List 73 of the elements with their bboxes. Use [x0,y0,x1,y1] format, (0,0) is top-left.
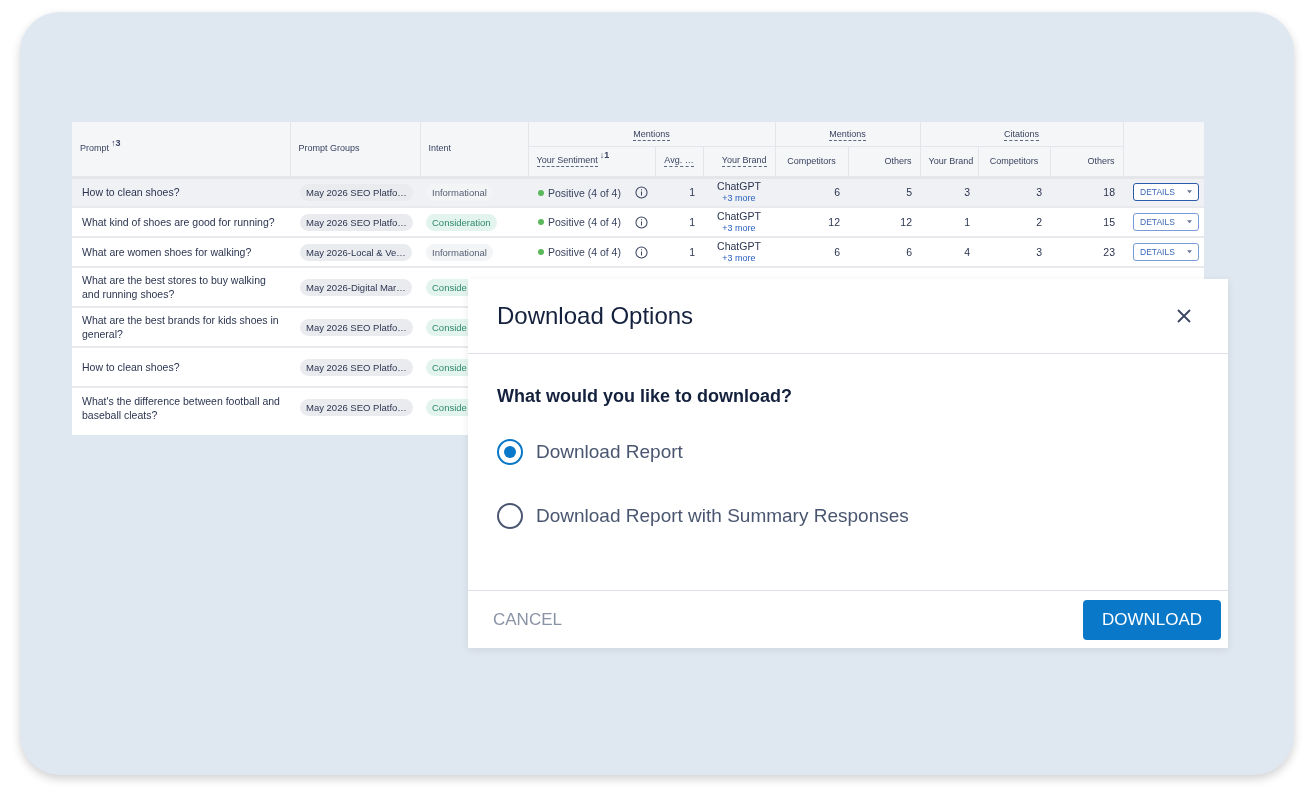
close-icon [1176,308,1192,324]
table-cell: 12 [828,216,840,228]
info-icon[interactable] [634,186,648,199]
sentiment-text: Positive (4 of 4) [548,216,621,229]
table-cell: 15 [1103,216,1116,228]
prompt-group-tag: May 2026-Digital Mar… [300,278,412,296]
prompt-text: What are the best brands for kids shoes in general? [82,313,280,341]
info-icon[interactable] [634,245,648,259]
table-cell: 18 [1103,186,1116,199]
column-header[interactable]: Others [1087,156,1115,166]
radio-button[interactable] [497,439,523,465]
table-cell: 12 [900,216,912,228]
prompt-group-tag: May 2026 SEO Platfo… [300,399,413,416]
prompt-group-tag: May 2026-Local & Ve… [300,243,412,261]
prompt-group-tag: May 2026 SEO Platfo… [300,318,413,336]
table-cell: 6 [834,246,840,258]
prompt-group-tag: May 2026 SEO Platfo… [300,183,413,201]
prompt-text: What kind of shoes are good for running? [82,215,276,229]
table-cell: 6 [906,246,912,258]
dialog-title: Download Options [497,302,694,330]
dialog-question: What would you like to download? [497,386,793,407]
prompt-text: How to clean shoes? [82,360,181,374]
option-label[interactable]: Download Report [536,441,683,463]
more-link[interactable]: +3 more [722,252,756,264]
details-dropdown-button[interactable]: DETAILS [1133,213,1200,231]
column-header[interactable]: Prompt Groups [298,142,360,153]
caret-icon [1187,220,1193,224]
sentiment-text: Positive (4 of 4) [548,186,621,199]
table-cell: 4 [964,246,970,258]
option-label[interactable]: Download Report with Summary Responses [536,505,909,527]
table-cell: 3 [1036,186,1042,199]
table-cell: 3 [964,186,970,199]
caret-icon [1187,190,1193,195]
sort-indicator[interactable]: ↓1 [599,150,610,160]
prompt-text: How to clean shoes? [82,185,181,200]
more-link[interactable]: +3 more [722,192,756,205]
group-header: Mentions [633,128,670,141]
prompt-text: What are the best stores to buy walking and running shoes? [82,273,267,301]
close-button[interactable] [1176,307,1194,325]
table-cell: 2 [1036,216,1042,228]
group-header: Citations [1004,128,1039,141]
column-header[interactable]: Others [884,156,912,166]
details-dropdown-button[interactable]: DETAILS [1133,243,1200,261]
caret-icon [1187,250,1193,254]
brand-name: ChatGPT [717,180,761,193]
group-header: Mentions [829,128,866,141]
sentiment-text: Positive (4 of 4) [548,246,621,259]
intent-tag: Informational [426,243,493,261]
table-cell: 3 [1036,246,1042,258]
column-header[interactable]: Your Sentiment [536,155,598,167]
brand-name: ChatGPT [717,240,761,252]
prompt-text: What are women shoes for walking? [82,245,253,259]
table-cell: 1 [689,186,695,199]
prompt-group-tag: May 2026 SEO Platfo… [300,213,413,231]
column-header[interactable]: Intent [428,142,452,153]
table-cell: 6 [834,186,840,199]
info-icon[interactable] [634,215,648,229]
intent-tag: Consideration [426,213,497,231]
sort-indicator[interactable]: ↑3 [111,137,121,148]
download-button[interactable]: DOWNLOAD [1083,599,1221,640]
brand-name: ChatGPT [717,210,761,222]
prompt-group-tag: May 2026 SEO Platfo… [300,358,413,376]
intent-tag: Informational [426,183,493,201]
prompt-text: What's the difference between football and baseball cleats? [82,393,281,422]
table-cell: 5 [906,186,912,199]
more-link[interactable]: +3 more [722,222,756,234]
radio-button[interactable] [497,503,523,529]
column-header[interactable]: Prompt [80,142,109,153]
details-dropdown-button[interactable]: DETAILS [1133,183,1200,202]
table-cell: 23 [1103,246,1116,258]
table-cell: 1 [964,216,970,228]
table-cell: 1 [689,216,695,228]
table-cell: 1 [689,246,695,258]
